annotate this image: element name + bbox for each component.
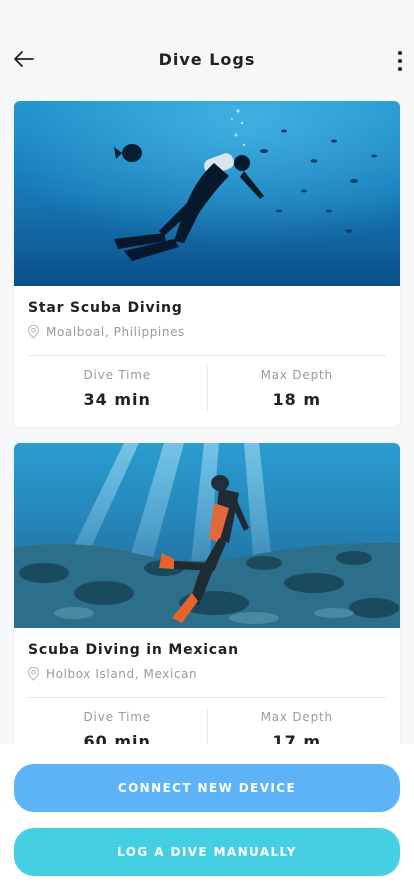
- location-text: Moalboal, Philippines: [46, 325, 185, 339]
- dive-stats: Dive Time 34 min Max Depth 18 m: [28, 356, 386, 414]
- more-options-button[interactable]: [392, 48, 408, 74]
- connect-new-device-button[interactable]: CONNECT NEW DEVICE: [14, 764, 400, 812]
- dive-location: Holbox Island, Mexican: [27, 667, 197, 681]
- max-depth-label: Max Depth: [260, 710, 333, 724]
- dive-location: Moalboal, Philippines: [27, 325, 185, 339]
- max-depth-label: Max Depth: [260, 368, 333, 382]
- dive-time-value: 34 min: [83, 390, 151, 409]
- dive-time-label: Dive Time: [83, 368, 151, 382]
- dive-time-stat: Dive Time 34 min: [28, 356, 207, 414]
- dive-time-label: Dive Time: [83, 710, 151, 724]
- bottom-action-panel: CONNECT NEW DEVICE LOG A DIVE MANUALLY: [0, 744, 414, 896]
- dive-title: Scuba Diving in Mexican: [28, 642, 239, 658]
- dive-log-card[interactable]: Scuba Diving in Mexican Holbox Island, M…: [14, 443, 400, 769]
- dive-title: Star Scuba Diving: [28, 300, 183, 316]
- location-pin-icon: [27, 667, 40, 681]
- max-depth-value: 18 m: [272, 390, 321, 409]
- dive-log-card[interactable]: Star Scuba Diving Moalboal, Philippines …: [14, 101, 400, 427]
- dive-photo: [14, 101, 400, 286]
- more-vertical-icon: [398, 51, 402, 55]
- location-pin-icon: [27, 325, 40, 339]
- max-depth-stat: Max Depth 18 m: [208, 356, 387, 414]
- log-dive-manually-button[interactable]: LOG A DIVE MANUALLY: [14, 828, 400, 876]
- page-title: Dive Logs: [158, 50, 256, 69]
- location-text: Holbox Island, Mexican: [46, 667, 198, 681]
- app-header: Dive Logs: [0, 0, 414, 88]
- dive-photo: [14, 443, 400, 628]
